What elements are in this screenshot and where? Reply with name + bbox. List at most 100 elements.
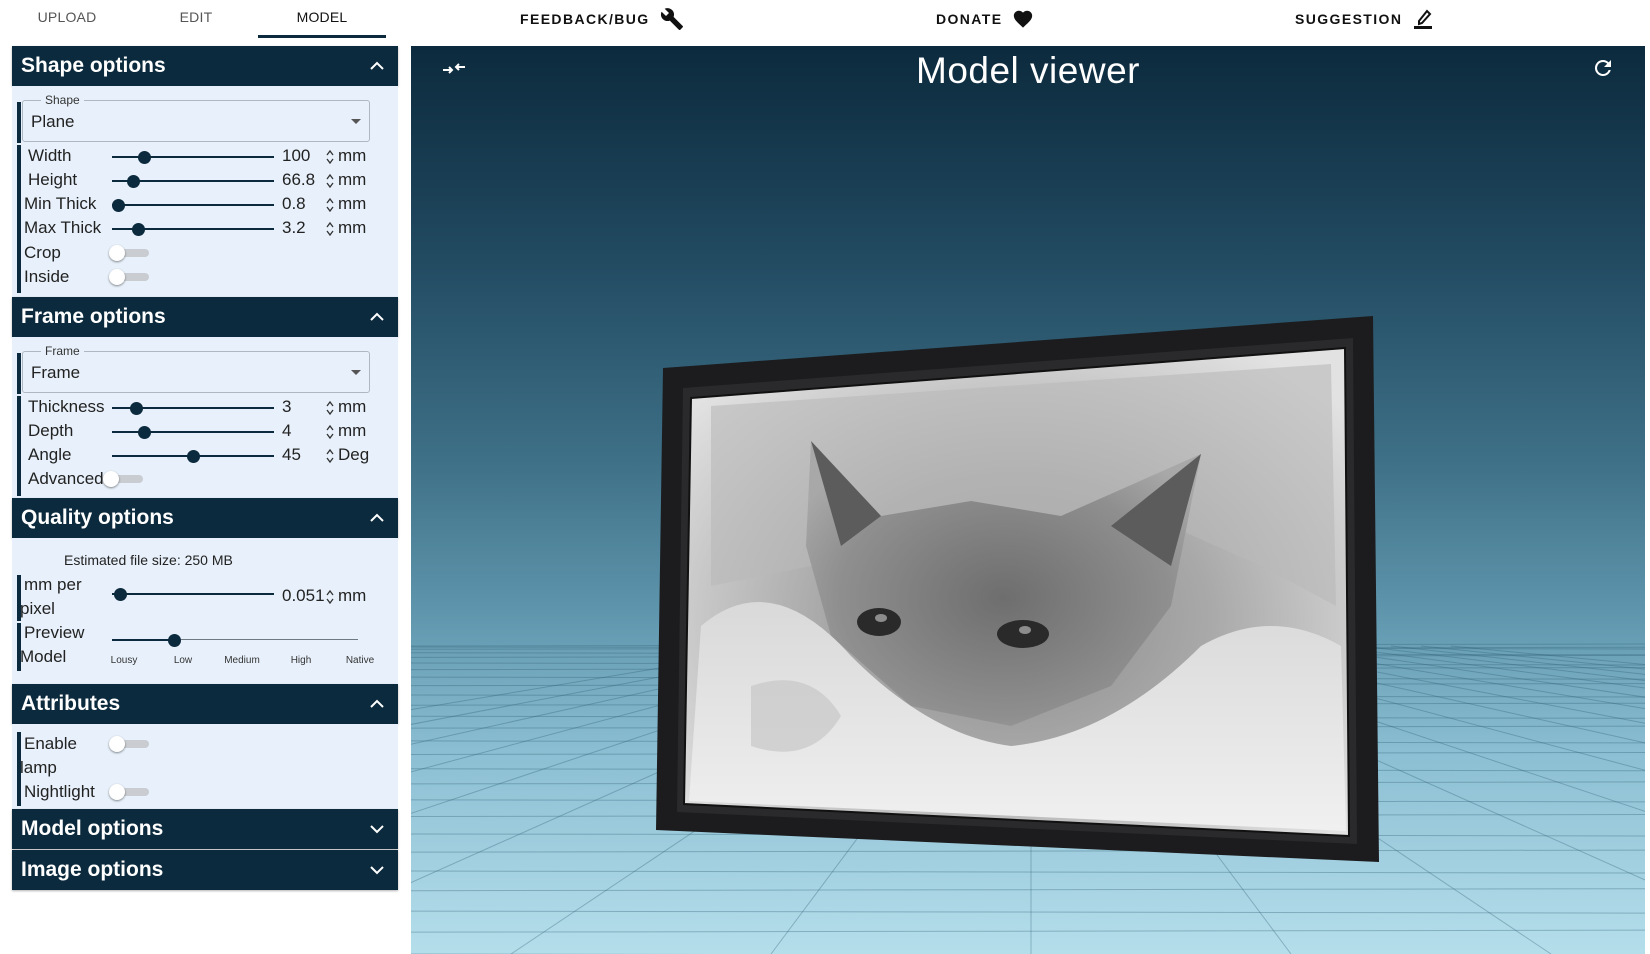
max-thick-value[interactable]: 3.2 (282, 218, 306, 238)
spinner-arrows-icon[interactable] (325, 589, 335, 605)
suggestion-link[interactable]: SUGGESTION (1295, 0, 1434, 38)
heart-icon (1012, 8, 1034, 30)
spinner-arrows-icon[interactable] (325, 221, 335, 237)
image-options-header[interactable]: Image options (12, 850, 398, 890)
inside-toggle[interactable] (109, 268, 151, 286)
row-indicator (17, 102, 21, 143)
preview-tick-label: Low (173, 655, 193, 666)
height-value[interactable]: 66.8 (282, 170, 315, 190)
suggestion-label: SUGGESTION (1295, 11, 1403, 27)
model-viewer[interactable]: Model viewer (411, 46, 1645, 954)
mm-per-pixel-slider[interactable] (112, 586, 274, 602)
tab-upload[interactable]: UPLOAD (0, 0, 134, 38)
slider-thumb[interactable] (138, 151, 152, 164)
mm-per-pixel-unit: mm (338, 586, 367, 605)
enable-lamp-toggle[interactable] (109, 735, 151, 753)
width-unit: mm (338, 146, 367, 165)
nightlight-toggle[interactable] (109, 783, 151, 801)
sidebar: Shape options Shape Plane Width 100 mm H… (12, 46, 398, 936)
slider-thumb[interactable] (167, 634, 181, 647)
thickness-value[interactable]: 3 (282, 397, 291, 417)
shape-options-body: Shape Plane Width 100 mm Height 66.8 mm (12, 86, 398, 297)
inside-label: Inside (24, 267, 70, 286)
min-thick-unit: mm (338, 194, 367, 213)
grid-line (411, 910, 1645, 914)
quality-options-title: Quality options (21, 506, 174, 529)
slider-thumb[interactable] (138, 426, 152, 439)
frame-select-legend: Frame (41, 344, 84, 358)
tab-model[interactable]: MODEL (258, 0, 386, 38)
depth-value[interactable]: 4 (282, 421, 291, 441)
frame-select[interactable]: Frame Frame (22, 344, 370, 393)
max-thick-unit: mm (338, 218, 367, 237)
grid-line (1390, 645, 1645, 675)
preview-quality-slider[interactable] (112, 632, 358, 648)
height-unit: mm (338, 170, 367, 189)
slider-thumb[interactable] (127, 175, 141, 188)
refresh-icon[interactable] (1591, 56, 1615, 80)
mm-per-pixel-value[interactable]: 0.051 (282, 586, 325, 606)
width-value[interactable]: 100 (282, 146, 310, 166)
spinner-arrows-icon[interactable] (325, 149, 335, 165)
slider-thumb[interactable] (112, 199, 126, 212)
crop-toggle[interactable] (109, 244, 151, 262)
spinner-arrows-icon[interactable] (325, 400, 335, 416)
spinner-arrows-icon[interactable] (325, 197, 335, 213)
tab-edit[interactable]: EDIT (134, 0, 258, 38)
height-slider[interactable] (112, 173, 274, 189)
shape-select-value: Plane (31, 112, 75, 131)
slider-thumb[interactable] (187, 450, 200, 463)
grid-line (411, 849, 1645, 853)
mm-per-pixel-label-line1: mm per (24, 575, 82, 594)
shape-select-legend: Shape (41, 93, 84, 107)
angle-value[interactable]: 45 (282, 445, 301, 465)
preview-model-label-line2: Model (20, 647, 67, 666)
image-options-title: Image options (21, 858, 164, 881)
preview-tick-label: High (290, 655, 312, 666)
angle-slider[interactable] (112, 448, 274, 464)
min-thick-label: Min Thick (24, 194, 97, 213)
shape-options-header[interactable]: Shape options (12, 46, 398, 86)
grid-line (411, 888, 1645, 892)
max-thick-slider[interactable] (112, 221, 274, 237)
width-label: Width (28, 146, 72, 165)
chevron-down-icon (370, 809, 384, 849)
top-navigation: UPLOAD EDIT MODEL FEEDBACK/BUG DONATE SU… (0, 0, 1650, 44)
spinner-arrows-icon[interactable] (325, 424, 335, 440)
preview-tick-label: Native (345, 655, 375, 666)
shape-select[interactable]: Shape Plane (22, 93, 370, 142)
slider-thumb[interactable] (114, 588, 128, 601)
preview-tick-label: Lousy (110, 655, 138, 666)
slider-thumb[interactable] (131, 223, 145, 236)
shape-options-title: Shape options (21, 54, 166, 77)
enable-lamp-label-line1: Enable (24, 734, 77, 753)
chevron-down-icon (370, 850, 384, 890)
feedback-link[interactable]: FEEDBACK/BUG (520, 0, 684, 38)
mm-per-pixel-label-line2: pixel (20, 599, 55, 618)
angle-label: Angle (28, 445, 72, 464)
min-thick-slider[interactable] (112, 197, 274, 213)
spinner-arrows-icon[interactable] (325, 448, 335, 464)
width-slider[interactable] (112, 149, 274, 165)
depth-unit: mm (338, 421, 367, 440)
thickness-slider[interactable] (112, 400, 274, 416)
spinner-arrows-icon[interactable] (325, 173, 335, 189)
advanced-toggle[interactable] (103, 470, 145, 488)
attributes-title: Attributes (21, 692, 121, 715)
dropdown-arrow-icon (351, 119, 361, 124)
collapse-arrows-icon[interactable] (441, 58, 467, 80)
chevron-up-icon (370, 297, 384, 337)
frame-options-title: Frame options (21, 305, 166, 328)
donate-link[interactable]: DONATE (936, 0, 1034, 38)
attributes-header[interactable]: Attributes (12, 684, 398, 724)
model-options-header[interactable]: Model options (12, 809, 398, 849)
row-indicator (17, 353, 21, 394)
frame-options-header[interactable]: Frame options (12, 297, 398, 337)
model-options-title: Model options (21, 817, 164, 840)
depth-slider[interactable] (112, 424, 274, 440)
min-thick-value[interactable]: 0.8 (282, 194, 306, 214)
viewer-canvas[interactable] (411, 46, 1645, 954)
frame-select-value: Frame (31, 363, 81, 382)
slider-thumb[interactable] (130, 402, 144, 415)
quality-options-header[interactable]: Quality options (12, 498, 398, 538)
